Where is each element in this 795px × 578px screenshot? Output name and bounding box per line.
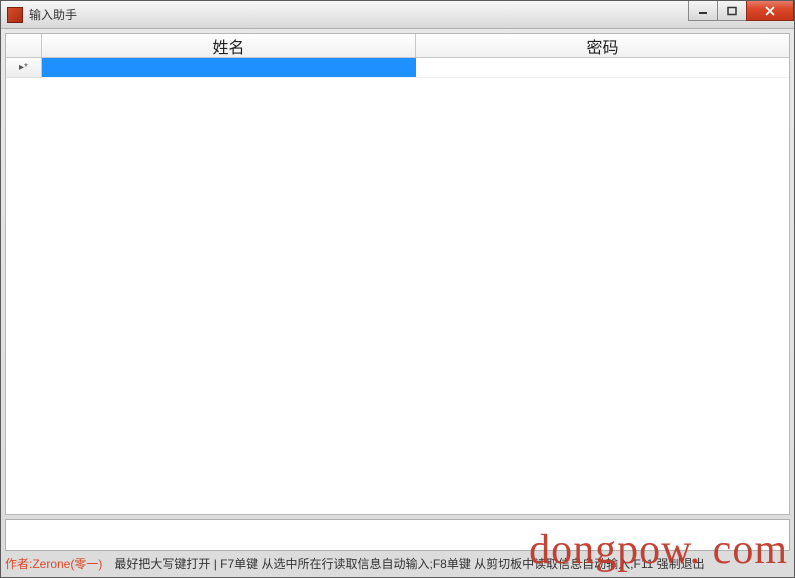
- minimize-button[interactable]: [688, 1, 718, 21]
- grid-header: 姓名 密码: [6, 34, 789, 58]
- window-title: 输入助手: [29, 6, 77, 23]
- status-hint: 最好把大写键打开 | F7单键 从选中所在行读取信息自动输入;F8单键 从剪切板…: [114, 555, 704, 572]
- status-author: 作者:Zerone(零一): [5, 555, 102, 572]
- close-icon: [764, 6, 776, 16]
- client-area: 姓名 密码 ▸*: [5, 33, 790, 515]
- grid-body[interactable]: ▸*: [6, 58, 789, 514]
- table-row[interactable]: ▸*: [6, 58, 789, 78]
- app-icon: [7, 7, 23, 23]
- window-controls: [689, 1, 794, 21]
- cell-name[interactable]: [42, 58, 416, 78]
- maximize-button[interactable]: [717, 1, 747, 21]
- minimize-icon: [697, 6, 709, 16]
- cell-password[interactable]: [416, 58, 790, 78]
- row-indicator[interactable]: ▸*: [6, 58, 42, 78]
- app-window: 输入助手 姓名 密码 ▸*: [0, 0, 795, 578]
- input-bar[interactable]: [5, 519, 790, 551]
- close-button[interactable]: [746, 1, 794, 21]
- titlebar[interactable]: 输入助手: [1, 1, 794, 29]
- column-header-name[interactable]: 姓名: [42, 34, 416, 57]
- status-bar: 作者:Zerone(零一) 最好把大写键打开 | F7单键 从选中所在行读取信息…: [5, 553, 790, 573]
- grid-corner[interactable]: [6, 34, 42, 57]
- column-header-password[interactable]: 密码: [416, 34, 789, 57]
- maximize-icon: [726, 6, 738, 16]
